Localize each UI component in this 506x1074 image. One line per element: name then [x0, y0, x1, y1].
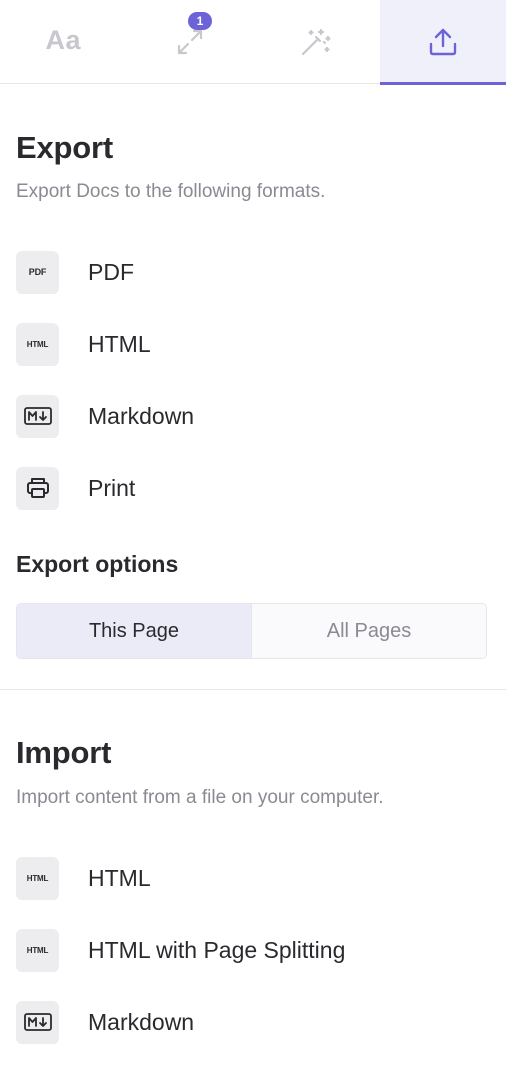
export-title: Export: [16, 130, 113, 165]
resize-arrows-icon: [177, 29, 202, 55]
tab-bar: Aa 1: [0, 0, 506, 85]
import-title-wrap: Import: [16, 735, 490, 771]
magic-wand-icon: [302, 28, 331, 56]
section-divider: [0, 689, 506, 690]
import-html-split-label: HTML with Page Splitting: [88, 936, 346, 963]
markdown-icon: [23, 1013, 52, 1031]
export-markdown-button[interactable]: Markdown: [16, 394, 194, 438]
html-icon: HTML: [16, 856, 59, 900]
export-title-wrap: Export: [16, 130, 490, 166]
export-pdf-button[interactable]: PDF PDF: [16, 250, 134, 294]
export-print-button[interactable]: Print: [16, 466, 135, 510]
import-markdown-button[interactable]: Markdown: [16, 1000, 194, 1044]
markdown-icon-wrap: [16, 394, 59, 438]
export-options-title: Export options: [16, 551, 179, 577]
this-page-option[interactable]: This Page: [17, 604, 252, 658]
import-html-label: HTML: [88, 864, 151, 891]
printer-icon: [26, 478, 49, 498]
upload-icon: [429, 28, 456, 56]
markdown-icon-wrap: [16, 1000, 59, 1044]
import-html-button[interactable]: HTML HTML: [16, 856, 151, 900]
export-scope-toggle: This Page All Pages: [16, 603, 487, 659]
tab-magic[interactable]: [253, 0, 380, 84]
export-subtitle-wrap: Export Docs to the following formats.: [16, 181, 490, 203]
pdf-icon: PDF: [16, 250, 59, 294]
tab-layout-badge: 1: [188, 12, 212, 30]
text-style-icon: Aa: [45, 24, 81, 55]
export-html-label: HTML: [88, 330, 151, 357]
import-markdown-label: Markdown: [88, 1008, 195, 1035]
import-subtitle: Import content from a file on your compu…: [16, 787, 384, 808]
all-pages-option[interactable]: All Pages: [252, 604, 486, 658]
export-subtitle: Export Docs to the following formats.: [16, 181, 326, 202]
tab-typography[interactable]: Aa: [0, 0, 127, 84]
printer-icon-wrap: [16, 466, 59, 510]
import-title: Import: [16, 735, 112, 770]
html-icon: HTML: [16, 322, 59, 366]
import-subtitle-wrap: Import content from a file on your compu…: [16, 787, 490, 809]
export-markdown-label: Markdown: [88, 402, 195, 429]
tab-export[interactable]: [379, 0, 506, 85]
markdown-icon: [23, 407, 52, 425]
html-icon: HTML: [16, 928, 59, 972]
tab-layout[interactable]: [127, 0, 254, 84]
export-print-label: Print: [88, 474, 136, 501]
import-html-split-button[interactable]: HTML HTML with Page Splitting: [16, 928, 345, 972]
export-html-button[interactable]: HTML HTML: [16, 322, 151, 366]
export-pdf-label: PDF: [88, 258, 134, 285]
